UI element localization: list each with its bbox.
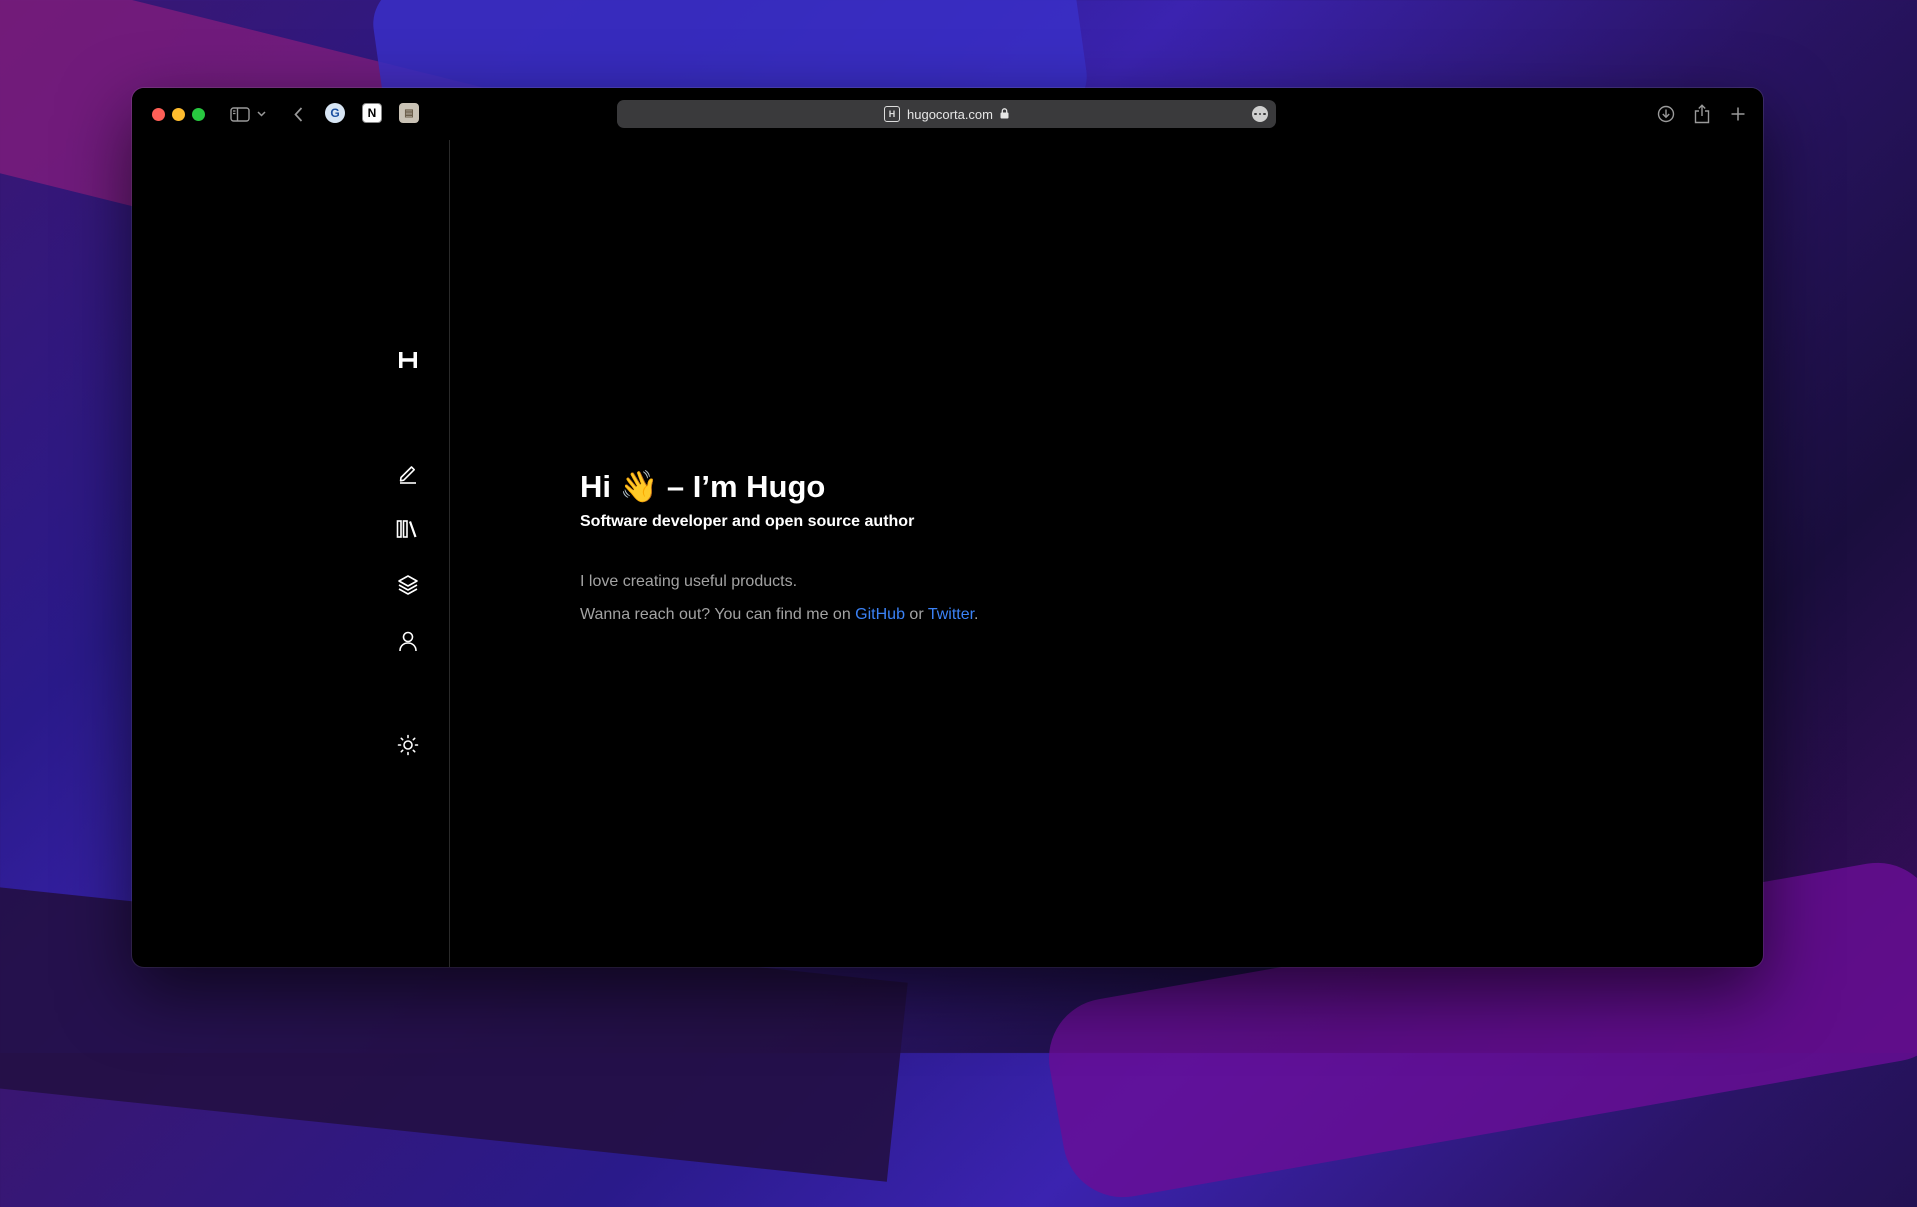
sidebar-toggle-icon[interactable] — [228, 102, 252, 126]
back-arrow-icon[interactable] — [286, 102, 310, 126]
hero-section: Hi 👋 – I’m Hugo Software developer and o… — [580, 468, 979, 625]
lock-icon — [1000, 107, 1009, 122]
minimize-window-button[interactable] — [172, 108, 185, 121]
contact-connector: or — [909, 606, 924, 623]
notion-icon[interactable]: N — [362, 103, 382, 123]
browser-toolbar: G N ▤ H hugocorta.com — [132, 88, 1763, 140]
sun-icon[interactable] — [396, 733, 420, 757]
close-window-button[interactable] — [152, 108, 165, 121]
contacts-icon[interactable]: ▤ — [399, 103, 419, 123]
layers-icon[interactable] — [396, 573, 420, 597]
site-logo-icon[interactable] — [396, 348, 420, 372]
contact-period: . — [974, 606, 979, 623]
browser-window: G N ▤ H hugocorta.com Hi 👋 – I’m Hugo So… — [132, 88, 1763, 967]
address-bar[interactable]: H hugocorta.com — [617, 100, 1276, 128]
page-title: Hi 👋 – I’m Hugo — [580, 468, 979, 506]
contact-text: Wanna reach out? You can find me on — [580, 606, 851, 623]
contact-paragraph: Wanna reach out? You can find me on GitH… — [580, 605, 979, 625]
user-icon[interactable] — [396, 629, 420, 653]
chevron-down-icon[interactable] — [254, 102, 268, 126]
page-subtitle: Software developer and open source autho… — [580, 513, 915, 530]
title-greeting: Hi — [580, 469, 611, 504]
waving-hand-icon: 👋 — [619, 469, 659, 504]
share-icon[interactable] — [1690, 102, 1714, 126]
page-menu-icon[interactable] — [1252, 106, 1268, 122]
downloads-icon[interactable] — [1654, 102, 1678, 126]
github-link[interactable]: GitHub — [855, 606, 905, 623]
title-name: – I’m Hugo — [666, 469, 826, 504]
pencil-icon[interactable] — [396, 461, 420, 485]
maximize-window-button[interactable] — [192, 108, 205, 121]
site-favicon-icon: H — [884, 106, 900, 122]
url-text: hugocorta.com — [907, 106, 993, 122]
twitter-link[interactable]: Twitter — [928, 606, 974, 623]
site-sidebar — [132, 140, 450, 967]
library-icon[interactable] — [396, 517, 420, 541]
browser-profile-icon[interactable]: G — [325, 103, 345, 123]
intro-paragraph: I love creating useful products. — [580, 573, 798, 590]
new-tab-icon[interactable] — [1726, 102, 1750, 126]
